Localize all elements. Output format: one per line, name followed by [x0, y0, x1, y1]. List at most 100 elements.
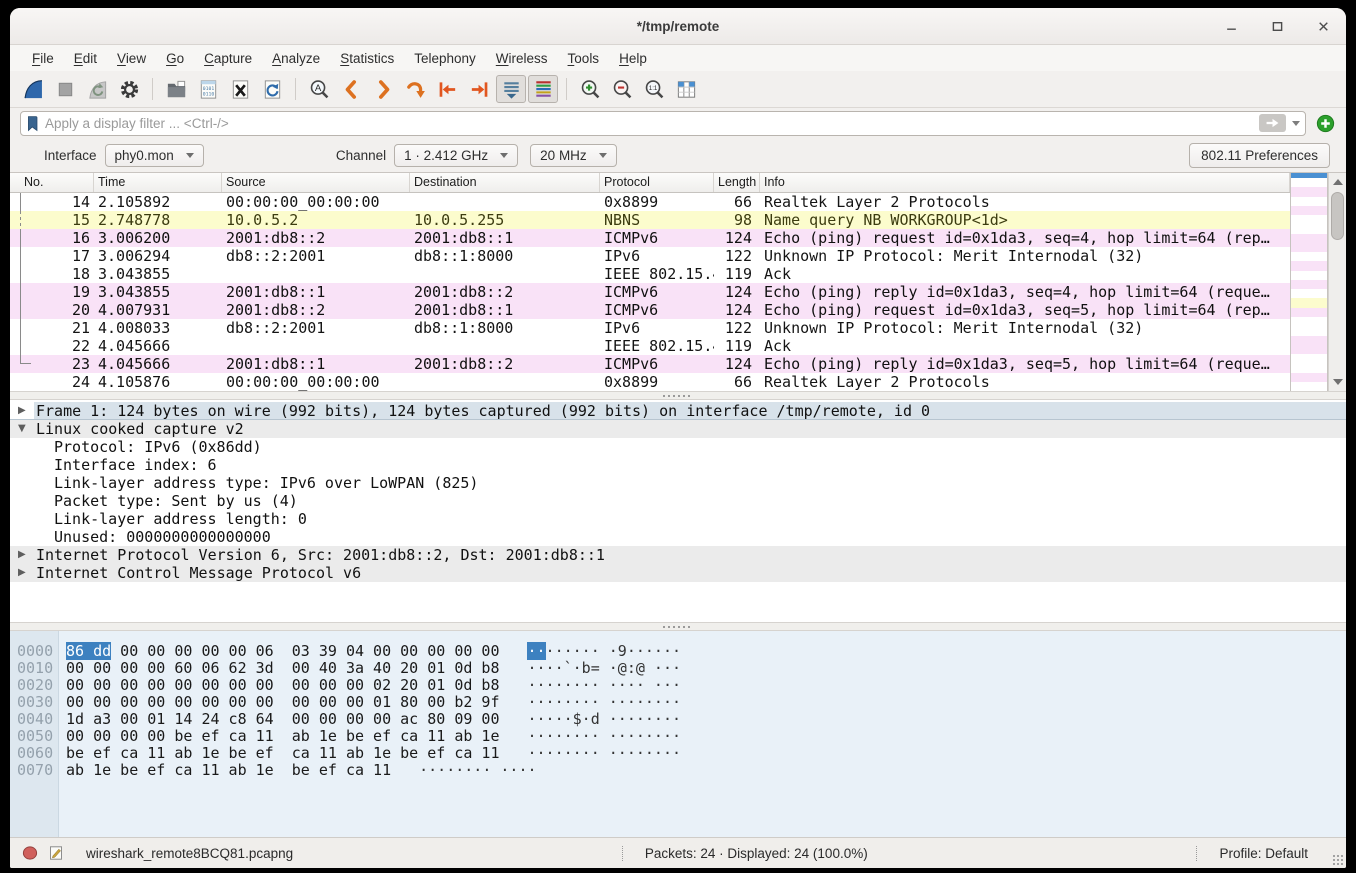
- close-button[interactable]: [1312, 15, 1334, 37]
- hex-bytes[interactable]: ab 1e be ef ca 11 ab 1e be ef ca 11: [66, 762, 391, 779]
- pane-splitter[interactable]: [10, 622, 1346, 631]
- packet-minimap[interactable]: [1290, 173, 1328, 391]
- colorize-button[interactable]: [528, 75, 558, 103]
- first-packet-button[interactable]: [432, 75, 462, 103]
- detail-line[interactable]: ▶Frame 1: 124 bytes on wire (992 bits), …: [10, 402, 1346, 420]
- menu-analyze[interactable]: Analyze: [262, 48, 330, 69]
- goto-packet-button[interactable]: [400, 75, 430, 103]
- open-file-button[interactable]: [161, 75, 191, 103]
- display-filter-input[interactable]: [45, 116, 1253, 131]
- column-header-no[interactable]: No.: [10, 173, 94, 192]
- menu-telephony[interactable]: Telephony: [404, 48, 486, 69]
- hex-bytes[interactable]: 1d a3 00 01 14 24 c8 64 00 00 00 00 ac 8…: [66, 711, 499, 728]
- ascii-bytes[interactable]: ········ ···· ···: [527, 677, 681, 694]
- hex-row-0020[interactable]: 002000 00 00 00 00 00 00 00 00 00 00 02 …: [10, 677, 1346, 694]
- start-capture-button[interactable]: [18, 75, 48, 103]
- expand-icon[interactable]: ▶: [18, 564, 26, 582]
- detail-line[interactable]: Interface index: 6: [10, 456, 1346, 474]
- reload-file-button[interactable]: [257, 75, 287, 103]
- detail-line[interactable]: Protocol: IPv6 (0x86dd): [10, 438, 1346, 456]
- wireless-preferences-button[interactable]: 802.11 Preferences: [1189, 143, 1330, 168]
- hex-bytes[interactable]: 00 00 00 00 be ef ca 11 ab 1e be ef ca 1…: [66, 728, 499, 745]
- last-packet-button[interactable]: [464, 75, 494, 103]
- menu-edit[interactable]: Edit: [64, 48, 107, 69]
- collapse-icon[interactable]: ▼: [18, 420, 26, 438]
- previous-packet-button[interactable]: [336, 75, 366, 103]
- expand-icon[interactable]: ▶: [18, 546, 26, 564]
- ascii-bytes[interactable]: ········ ········: [527, 745, 681, 762]
- find-packet-button[interactable]: A: [304, 75, 334, 103]
- zoom-original-button[interactable]: 1:1: [639, 75, 669, 103]
- packet-row-23[interactable]: 234.0456662001:db8::12001:db8::2ICMPv612…: [10, 355, 1290, 373]
- hex-row-0060[interactable]: 0060be ef ca 11 ab 1e be ef ca 11 ab 1e …: [10, 745, 1346, 762]
- ascii-bytes[interactable]: ····`·b= ·@:@ ···: [527, 660, 681, 677]
- column-header-length[interactable]: Length: [714, 173, 760, 192]
- expert-info-button[interactable]: [22, 845, 38, 861]
- menu-help[interactable]: Help: [609, 48, 657, 69]
- scrollbar-thumb[interactable]: [1331, 192, 1344, 240]
- profile-status[interactable]: Profile: Default: [1196, 846, 1308, 861]
- maximize-button[interactable]: [1266, 15, 1288, 37]
- resize-grip-icon[interactable]: [1332, 854, 1343, 865]
- close-file-button[interactable]: [225, 75, 255, 103]
- ascii-bytes[interactable]: ········ ········: [527, 694, 681, 711]
- menu-capture[interactable]: Capture: [194, 48, 262, 69]
- column-header-protocol[interactable]: Protocol: [600, 173, 714, 192]
- hex-bytes[interactable]: be ef ca 11 ab 1e be ef ca 11 ab 1e be e…: [66, 745, 499, 762]
- hex-bytes[interactable]: 00 00 00 00 00 00 00 00 00 00 00 01 80 0…: [66, 694, 499, 711]
- filter-history-caret-icon[interactable]: [1292, 121, 1300, 126]
- packet-row-24[interactable]: 244.10587600:00:00_00:00:000x889966Realt…: [10, 373, 1290, 391]
- packet-row-14[interactable]: 142.10589200:00:00_00:00:000x889966Realt…: [10, 193, 1290, 211]
- detail-line[interactable]: ▶Internet Protocol Version 6, Src: 2001:…: [10, 546, 1346, 564]
- hex-bytes[interactable]: 00 00 00 00 00 00 00 00 00 00 00 02 20 0…: [66, 677, 499, 694]
- zoom-out-button[interactable]: [607, 75, 637, 103]
- packet-row-17[interactable]: 173.006294db8::2:2001db8::1:8000IPv6122U…: [10, 247, 1290, 265]
- packet-row-20[interactable]: 204.0079312001:db8::22001:db8::1ICMPv612…: [10, 301, 1290, 319]
- hex-row-0050[interactable]: 005000 00 00 00 be ef ca 11 ab 1e be ef …: [10, 728, 1346, 745]
- menu-go[interactable]: Go: [156, 48, 194, 69]
- interface-select[interactable]: phy0.mon: [105, 144, 204, 167]
- zoom-in-button[interactable]: [575, 75, 605, 103]
- resize-columns-button[interactable]: [671, 75, 701, 103]
- selected-bytes[interactable]: 86 dd: [66, 642, 111, 660]
- hex-row-0040[interactable]: 00401d a3 00 01 14 24 c8 64 00 00 00 00 …: [10, 711, 1346, 728]
- detail-line[interactable]: ▶Internet Control Message Protocol v6: [10, 564, 1346, 582]
- packet-list-scrollbar[interactable]: [1328, 173, 1346, 391]
- capture-comment-button[interactable]: [48, 845, 64, 861]
- expand-icon[interactable]: ▶: [18, 402, 26, 420]
- hex-row-0030[interactable]: 003000 00 00 00 00 00 00 00 00 00 00 01 …: [10, 694, 1346, 711]
- restart-capture-button[interactable]: [82, 75, 112, 103]
- packet-row-22[interactable]: 224.045666IEEE 802.15.4119Ack: [10, 337, 1290, 355]
- menu-statistics[interactable]: Statistics: [330, 48, 404, 69]
- next-packet-button[interactable]: [368, 75, 398, 103]
- detail-line[interactable]: Packet type: Sent by us (4): [10, 492, 1346, 510]
- menu-tools[interactable]: Tools: [558, 48, 610, 69]
- detail-line[interactable]: Link-layer address type: IPv6 over LoWPA…: [10, 474, 1346, 492]
- detail-line[interactable]: Unused: 0000000000000000: [10, 528, 1346, 546]
- packet-row-19[interactable]: 193.0438552001:db8::12001:db8::2ICMPv612…: [10, 283, 1290, 301]
- hex-bytes[interactable]: 86 dd 00 00 00 00 00 06 03 39 04 00 00 0…: [66, 643, 499, 660]
- apply-filter-button[interactable]: [1259, 114, 1286, 132]
- column-header-time[interactable]: Time: [94, 173, 222, 192]
- detail-line[interactable]: ▼Linux cooked capture v2: [10, 420, 1346, 438]
- column-header-source[interactable]: Source: [222, 173, 410, 192]
- ascii-bytes[interactable]: ········ ····: [419, 762, 536, 779]
- packet-row-16[interactable]: 163.0062002001:db8::22001:db8::1ICMPv612…: [10, 229, 1290, 247]
- hex-row-0070[interactable]: 0070ab 1e be ef ca 11 ab 1e be ef ca 11·…: [10, 762, 1346, 779]
- stop-capture-button[interactable]: [50, 75, 80, 103]
- add-filter-button[interactable]: [1314, 112, 1336, 134]
- packet-row-15[interactable]: 152.74877810.0.5.210.0.5.255NBNS98Name q…: [10, 211, 1290, 229]
- ascii-bytes[interactable]: ·····$·d ········: [527, 711, 681, 728]
- menu-file[interactable]: File: [22, 48, 64, 69]
- hex-row-0000[interactable]: 000086 dd 00 00 00 00 00 06 03 39 04 00 …: [10, 643, 1346, 660]
- detail-line[interactable]: Link-layer address length: 0: [10, 510, 1346, 528]
- ascii-bytes[interactable]: ········ ········: [527, 728, 681, 745]
- minimize-button[interactable]: [1220, 15, 1242, 37]
- titlebar[interactable]: */tmp/remote: [10, 8, 1346, 45]
- pane-splitter[interactable]: [10, 391, 1346, 400]
- packet-row-18[interactable]: 183.043855IEEE 802.15.4119Ack: [10, 265, 1290, 283]
- bookmark-icon[interactable]: [26, 115, 39, 132]
- auto-scroll-button[interactable]: [496, 75, 526, 103]
- capture-options-button[interactable]: [114, 75, 144, 103]
- hex-row-0010[interactable]: 001000 00 00 00 60 06 62 3d 00 40 3a 40 …: [10, 660, 1346, 677]
